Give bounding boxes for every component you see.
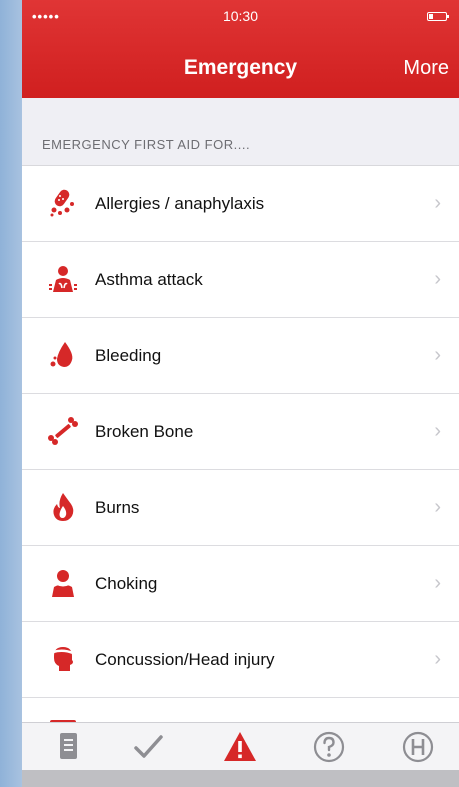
home-indicator-area bbox=[22, 770, 459, 787]
tab-bar bbox=[22, 722, 459, 771]
list-item-burns[interactable]: Burns › bbox=[22, 470, 459, 546]
list-item-label: Asthma attack bbox=[95, 270, 203, 289]
section-header: EMERGENCY FIRST AID FOR.... bbox=[42, 137, 251, 152]
chevron-right-icon: › bbox=[434, 420, 441, 442]
asthma-icon bbox=[49, 266, 77, 292]
list-item-allergies[interactable]: Allergies / anaphylaxis › bbox=[22, 166, 459, 242]
blood-drop-icon bbox=[50, 342, 73, 367]
background-strip bbox=[0, 0, 22, 787]
status-bar: ••••• 10:30 bbox=[22, 0, 459, 30]
warning-icon[interactable] bbox=[222, 729, 258, 765]
allergies-icon bbox=[50, 189, 74, 217]
list-item-choking[interactable]: Choking › bbox=[22, 546, 459, 622]
choking-icon bbox=[52, 570, 74, 597]
chevron-right-icon: › bbox=[434, 572, 441, 594]
bone-icon bbox=[48, 417, 78, 445]
chevron-right-icon: › bbox=[434, 344, 441, 366]
list-item-asthma[interactable]: Asthma attack › bbox=[22, 242, 459, 318]
list-item-label: Allergies / anaphylaxis bbox=[95, 194, 265, 213]
chevron-right-icon: › bbox=[434, 648, 441, 670]
phone-screen: ••••• 10:30 Emergency More EMERGENCY FIR… bbox=[22, 0, 459, 787]
help-icon[interactable] bbox=[311, 729, 347, 765]
battery-icon bbox=[427, 12, 449, 21]
emergency-list: Allergies / anaphylaxis › Asthma attack … bbox=[22, 165, 459, 774]
hospital-icon[interactable] bbox=[400, 729, 436, 765]
head-injury-icon bbox=[52, 647, 74, 671]
list-item-label: Broken Bone bbox=[95, 422, 194, 441]
book-icon[interactable] bbox=[50, 729, 86, 765]
list-item-concussion[interactable]: Concussion/Head injury › bbox=[22, 622, 459, 698]
chevron-right-icon: › bbox=[434, 268, 441, 290]
more-button[interactable]: More bbox=[403, 57, 449, 80]
list-item-label: Bleeding bbox=[95, 346, 162, 365]
list-item-bleeding[interactable]: Bleeding › bbox=[22, 318, 459, 394]
checkmark-icon[interactable] bbox=[130, 729, 166, 765]
chevron-right-icon: › bbox=[434, 192, 441, 214]
navigation-bar: ••••• 10:30 Emergency More bbox=[22, 0, 459, 98]
list-item-label: Burns bbox=[95, 498, 140, 517]
chevron-right-icon: › bbox=[434, 496, 441, 518]
list-item-label: Choking bbox=[95, 574, 158, 593]
list-item-label: Concussion/Head injury bbox=[95, 650, 275, 669]
page-title: Emergency bbox=[183, 56, 298, 79]
list-item-broken-bone[interactable]: Broken Bone › bbox=[22, 394, 459, 470]
status-time: 10:30 bbox=[222, 8, 259, 24]
flame-icon bbox=[53, 493, 74, 521]
